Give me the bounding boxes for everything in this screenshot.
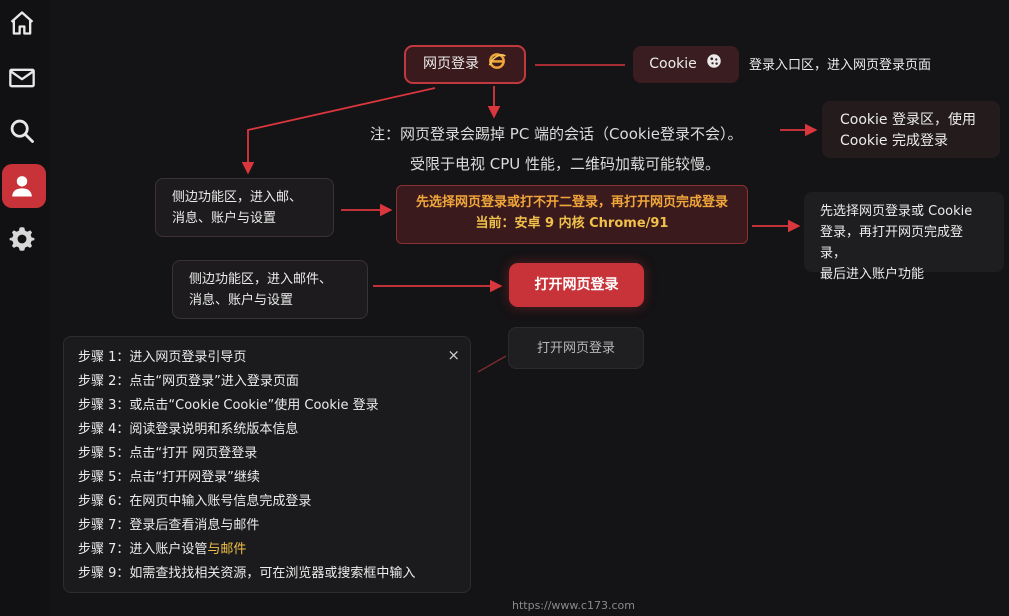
- step-item: 步骤 7：进入账户设管与邮件: [78, 538, 456, 562]
- side-function-card-2: 侧边功能区，进入邮件、 消息、账户与设置: [172, 260, 368, 319]
- login-method-info-card: 先选择网页登录或打不开二登录，再打开网页完成登录 当前：安卓 9 内核 Chro…: [396, 185, 748, 244]
- browser-e-icon: [487, 51, 507, 78]
- login-flow-summary-card: 先选择网页登录或 Cookie 登录，再打开网页完成登录， 最后进入账户功能: [804, 192, 1004, 282]
- step-item: 步骤 2：点击“网页登录”进入登录页面: [78, 374, 299, 389]
- step-item: 步骤 6：在网页中输入账号信息完成登录: [78, 494, 312, 509]
- entry-area-label: 登录入口区，进入网页登录页面: [749, 58, 932, 73]
- footer-url: https://www.c173.com: [512, 599, 635, 612]
- right2-line-1: 先选择网页登录或 Cookie: [820, 204, 973, 219]
- step-item: 步骤 4：阅读登录说明和系统版本信息: [78, 422, 299, 437]
- side-function-card-1: 侧边功能区，进入邮、 消息、账户与设置: [155, 178, 334, 237]
- step-item: 步骤 3：或点击“Cookie Cookie”使用 Cookie 登录: [78, 398, 379, 413]
- right2-line-2: 登录，再打开网页完成登录，: [820, 225, 964, 261]
- close-icon[interactable]: ×: [447, 343, 460, 367]
- cookie-button[interactable]: Cookie: [633, 46, 739, 83]
- web-login-label: 网页登录: [423, 56, 479, 72]
- note-line-2: 受限于电视 CPU 性能，二维码加载可能较慢。: [410, 155, 721, 173]
- cookie-area-line-2: Cookie 完成登录: [840, 133, 948, 149]
- right2-line-3: 最后进入账户功能: [820, 267, 925, 282]
- cookie-icon: [705, 52, 723, 77]
- web-login-button[interactable]: 网页登录: [404, 45, 526, 84]
- step-item: 步骤 5：点击“打开 网页登登录: [78, 446, 258, 461]
- cookie-login-area-card: Cookie 登录区，使用 Cookie 完成登录: [822, 101, 1000, 158]
- center-line-1: 先选择网页登录或打不开二登录，再打开网页完成登录: [415, 195, 728, 210]
- side2-line-1: 侧边功能区，进入邮件、: [189, 272, 333, 287]
- side1-line-2: 消息、账户与设置: [172, 211, 277, 226]
- step-item-text: 步骤 7：进入账户设管: [78, 542, 208, 557]
- step-item: 步骤 5：点击“打开网登录”继续: [78, 470, 260, 485]
- connector-steps-to-ghost: [477, 355, 507, 373]
- open-web-login-ghost-button[interactable]: 打开网页登录: [508, 327, 644, 369]
- open-web-login-button[interactable]: 打开网页登录: [509, 263, 644, 307]
- cookie-label: Cookie: [649, 56, 697, 72]
- step-item: 步骤 1：进入网页登录引导页: [78, 350, 247, 365]
- step-item: 步骤 7：登录后查看消息与邮件: [78, 518, 260, 533]
- cookie-area-line-1: Cookie 登录区，使用: [840, 112, 976, 128]
- step-item-highlight: 与邮件: [207, 542, 247, 557]
- steps-panel: × 步骤 1：进入网页登录引导页 步骤 2：点击“网页登录”进入登录页面 步骤 …: [63, 336, 471, 593]
- center-line-2: 当前：安卓 9 内核 Chrome/91: [475, 216, 669, 231]
- step-item: 步骤 9：如需查找找相关资源，可在浏览器或搜索框中输入: [78, 566, 416, 581]
- side2-line-2: 消息、账户与设置: [189, 293, 294, 308]
- side1-line-1: 侧边功能区，进入邮、: [172, 190, 303, 205]
- note-line-1: 注：网页登录会踢掉 PC 端的会话（Cookie登录不会）。: [370, 125, 743, 143]
